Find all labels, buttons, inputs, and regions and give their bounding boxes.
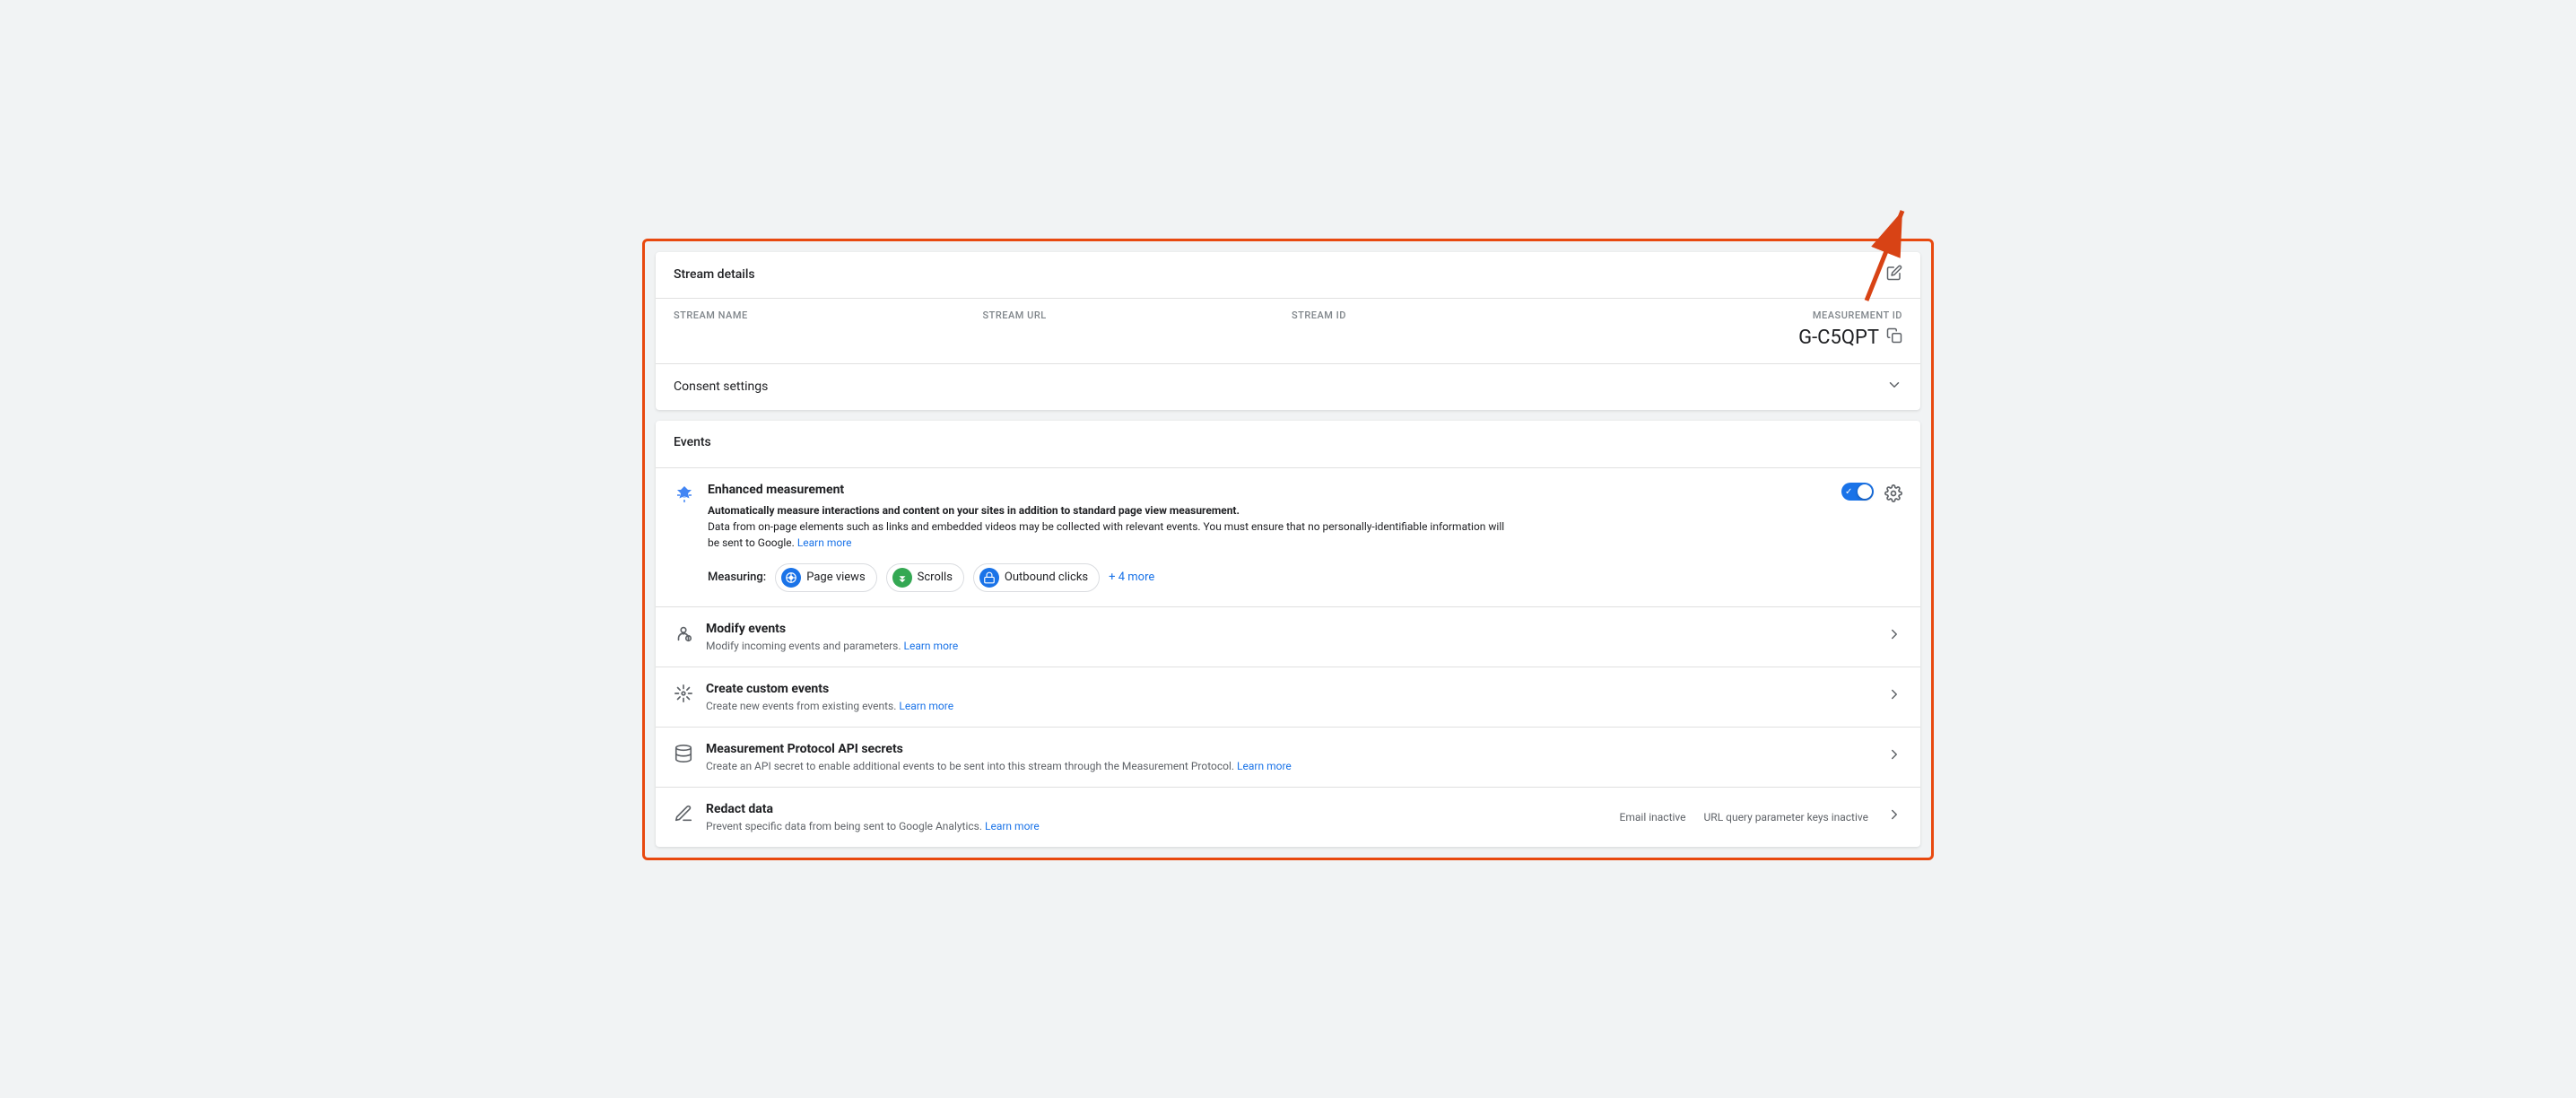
- em-learn-more-link[interactable]: Learn more: [797, 536, 852, 549]
- measurement-id-field: MEASUREMENT ID G-C5QPT: [1601, 309, 1903, 349]
- enhanced-measurement-icon: [674, 484, 695, 511]
- enhanced-measurement-controls: ✓: [1841, 483, 1902, 507]
- em-desc-line1: Automatically measure interactions and c…: [708, 504, 1240, 517]
- stream-url-label: STREAM URL: [983, 309, 1285, 321]
- measurement-protocol-content: Measurement Protocol API secrets Create …: [706, 742, 1292, 772]
- measuring-label: Measuring:: [708, 571, 766, 584]
- gear-icon[interactable]: [1884, 484, 1902, 507]
- chevron-down-icon: [1886, 377, 1902, 397]
- stream-id-field: STREAM ID: [1292, 309, 1594, 349]
- events-label: Events: [674, 435, 1902, 449]
- consent-settings-row[interactable]: Consent settings: [656, 363, 1920, 410]
- measurement-id-value: G-C5QPT: [1798, 327, 1879, 349]
- create-custom-events-icon: [674, 684, 693, 708]
- modify-events-left: Modify events Modify incoming events and…: [674, 622, 958, 652]
- chip-outbound-clicks-label: Outbound clicks: [1005, 571, 1088, 584]
- redact-url-status: URL query parameter keys inactive: [1704, 811, 1868, 824]
- stream-url-field: STREAM URL: [983, 309, 1285, 349]
- measurement-protocol-chevron: [1886, 746, 1902, 767]
- measurement-protocol-right: [1886, 746, 1902, 767]
- modify-events-chevron: [1886, 626, 1902, 647]
- scrolls-chip-icon: [892, 568, 912, 588]
- chip-outbound-clicks[interactable]: Outbound clicks: [973, 563, 1100, 592]
- edit-icon[interactable]: [1886, 265, 1902, 285]
- redact-data-chevron: [1886, 806, 1902, 827]
- chip-scrolls[interactable]: Scrolls: [886, 563, 964, 592]
- outbound-clicks-chip-icon: [979, 568, 999, 588]
- enhanced-measurement-section: Enhanced measurement Automatically measu…: [656, 467, 1920, 606]
- create-custom-events-chevron: [1886, 686, 1902, 707]
- measurement-protocol-desc: Create an API secret to enable additiona…: [706, 760, 1292, 772]
- modify-events-learn-more[interactable]: Learn more: [904, 640, 959, 652]
- stream-name-label: STREAM NAME: [674, 309, 976, 321]
- redact-data-left: Redact data Prevent specific data from b…: [674, 802, 1040, 832]
- redact-data-content: Redact data Prevent specific data from b…: [706, 802, 1040, 832]
- toggle-check-icon: ✓: [1845, 487, 1852, 497]
- measurement-protocol-item[interactable]: Measurement Protocol API secrets Create …: [656, 727, 1920, 787]
- chip-page-views[interactable]: Page views: [775, 563, 876, 592]
- modify-events-right: [1886, 626, 1902, 647]
- chip-scrolls-label: Scrolls: [918, 571, 953, 584]
- page-views-chip-icon: [781, 568, 801, 588]
- create-custom-events-left: Create custom events Create new events f…: [674, 682, 953, 712]
- enhanced-measurement-title: Enhanced measurement: [708, 483, 1841, 497]
- create-custom-events-right: [1886, 686, 1902, 707]
- create-custom-events-learn-more[interactable]: Learn more: [899, 700, 953, 712]
- redact-data-item[interactable]: Redact data Prevent specific data from b…: [656, 787, 1920, 847]
- modify-events-icon: [674, 623, 693, 648]
- redact-data-learn-more[interactable]: Learn more: [985, 820, 1040, 832]
- create-custom-events-title: Create custom events: [706, 682, 953, 696]
- redact-data-title: Redact data: [706, 802, 1040, 816]
- measuring-row: Measuring: Page views: [708, 563, 1841, 592]
- enhanced-measurement-toggle[interactable]: ✓: [1841, 483, 1874, 501]
- toggle-thumb: [1858, 484, 1872, 499]
- redact-data-icon: [674, 804, 693, 828]
- more-chips-link[interactable]: + 4 more: [1109, 571, 1154, 584]
- create-custom-events-item[interactable]: Create custom events Create new events f…: [656, 667, 1920, 727]
- consent-settings-title: Consent settings: [674, 379, 768, 394]
- stream-name-field: STREAM NAME: [674, 309, 976, 349]
- copy-icon[interactable]: [1886, 327, 1902, 348]
- measurement-protocol-title: Measurement Protocol API secrets: [706, 742, 1292, 756]
- enhanced-measurement-desc: Automatically measure interactions and c…: [708, 502, 1515, 551]
- stream-id-label: STREAM ID: [1292, 309, 1594, 321]
- redact-data-desc: Prevent specific data from being sent to…: [706, 820, 1040, 832]
- modify-events-item[interactable]: Modify events Modify incoming events and…: [656, 606, 1920, 667]
- create-custom-events-desc: Create new events from existing events. …: [706, 700, 953, 712]
- stream-details-title: Stream details: [674, 267, 755, 282]
- modify-events-desc: Modify incoming events and parameters. L…: [706, 640, 958, 652]
- chip-page-views-label: Page views: [806, 571, 865, 584]
- measurement-protocol-left: Measurement Protocol API secrets Create …: [674, 742, 1292, 772]
- create-custom-events-content: Create custom events Create new events f…: [706, 682, 953, 712]
- measurement-id-label: MEASUREMENT ID: [1813, 309, 1902, 321]
- modify-events-title: Modify events: [706, 622, 958, 636]
- measurement-protocol-learn-more[interactable]: Learn more: [1237, 760, 1292, 772]
- measurement-protocol-icon: [674, 744, 693, 768]
- redact-email-status: Email inactive: [1620, 811, 1686, 824]
- modify-events-content: Modify events Modify incoming events and…: [706, 622, 958, 652]
- redact-data-right: Email inactive URL query parameter keys …: [1620, 806, 1902, 827]
